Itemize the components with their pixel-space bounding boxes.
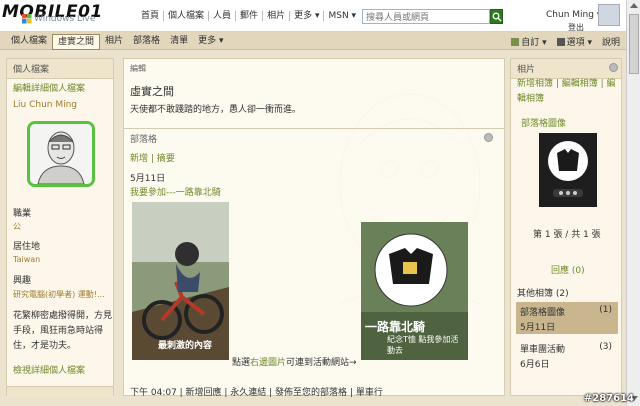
windows-live-label: Windows Live: [34, 14, 96, 24]
blog-links[interactable]: 新增 | 摘要: [130, 151, 175, 164]
album-date: 6月6日: [520, 360, 550, 370]
edit-space-link[interactable]: 編輯: [130, 63, 146, 74]
tab-photos[interactable]: 相片: [100, 34, 128, 50]
occupation-value: 公: [13, 222, 21, 231]
next-panel-header: [7, 386, 113, 398]
badge-overlay-sub: 紀念T恤 點我參加活動去: [387, 335, 459, 355]
options-icon: [556, 38, 565, 46]
vertical-scrollbar[interactable]: [626, 0, 640, 406]
scroll-thumb[interactable]: [629, 14, 639, 74]
biker-image[interactable]: 最刺激的內容: [132, 202, 229, 360]
event-badge-image[interactable]: 一路靠北騎 紀念T恤 點我參加活動去: [361, 222, 468, 360]
blog-header: 部落格: [130, 135, 158, 145]
windows-flag-icon: [22, 14, 32, 24]
photo-page-count: 第 1 張 / 共 1 張: [533, 230, 601, 240]
help-link[interactable]: 說明: [602, 35, 620, 48]
album-name: 單車團活動: [520, 345, 566, 355]
tab-profile[interactable]: 個人檔案: [6, 34, 52, 50]
location-value: Taiwan: [13, 255, 41, 264]
tab-lists[interactable]: 清單: [165, 34, 193, 50]
caption-link[interactable]: 右邊圖片: [250, 358, 286, 368]
topnav-profile[interactable]: 個人檔案: [164, 11, 210, 21]
other-albums-label: 其他相簿 (2): [517, 289, 569, 299]
main-content: 編輯 虛實之間 天使都不敢踐踏的地方，愚人卻一衝而進。 部落格 新增 | 摘要 …: [123, 58, 505, 398]
topnav-people[interactable]: 人員: [209, 11, 237, 21]
album-date: 5月11日: [520, 323, 556, 333]
view-profile-link[interactable]: 檢視詳細個人檔案: [13, 363, 85, 376]
options-menu[interactable]: 選項 ▾: [556, 35, 592, 48]
profile-panel-header: 個人檔案: [7, 59, 113, 79]
top-navigation: 首頁 個人檔案 人員 郵件 相片 更多 ▾ MSN ▾: [137, 11, 360, 21]
caption-suffix: 可連到活動網站→: [286, 358, 357, 368]
topnav-msn[interactable]: MSN ▾: [324, 11, 360, 21]
watermark-id: #287614: [583, 393, 634, 404]
customize-label: 自訂 ▾: [521, 38, 547, 48]
album-name: 部落格圖像: [520, 308, 566, 318]
album-count: (1): [599, 305, 612, 315]
profile-name: Liu Chun Ming: [13, 100, 78, 110]
customize-menu[interactable]: 自訂 ▾: [511, 35, 547, 48]
topnav-mail[interactable]: 郵件: [236, 11, 264, 21]
badge-overlay-title: 一路靠北騎: [365, 320, 426, 334]
album-thumbnail-graphic: [539, 133, 597, 207]
profile-photo[interactable]: [27, 121, 95, 187]
profile-panel: 個人檔案 編輯詳細個人檔案 Liu Chun Ming 職業 公 居住地 Tai…: [6, 58, 114, 398]
search-button[interactable]: [490, 9, 503, 24]
album-thumbnail[interactable]: [539, 133, 597, 207]
album-row[interactable]: 部落格圖像 (1) 5月11日: [516, 302, 618, 334]
caption-prefix: 點選: [232, 358, 251, 368]
location-label: 居住地: [13, 242, 41, 252]
section-divider: [124, 128, 504, 129]
user-avatar[interactable]: [598, 4, 620, 26]
downhill-biker-graphic: [132, 202, 229, 360]
search-icon: [492, 12, 502, 22]
image-caption: 點選右邊圖片可連到活動網站→: [232, 355, 357, 368]
tab-space-home[interactable]: 虛實之間: [52, 34, 101, 50]
space-navigation-bar: 個人檔案 虛實之間 相片 部落格 清單 更多 ▾ 自訂 ▾ 選項 ▾ 說明: [0, 32, 626, 50]
panel-toggle-icon[interactable]: [484, 133, 493, 142]
space-tagline: 天使都不敢踐踏的地方，愚人卻一衝而進。: [130, 105, 302, 115]
global-header: MOBILE01 Windows Live 首頁 個人檔案 人員 郵件 相片 更…: [0, 0, 626, 32]
tab-blog[interactable]: 部落格: [128, 34, 165, 50]
space-tabs: 個人檔案 虛實之間 相片 部落格 清單 更多 ▾: [6, 34, 228, 50]
photo-replies-link[interactable]: 回應 (0): [551, 263, 585, 276]
topnav-home[interactable]: 首頁: [137, 11, 165, 21]
topnav-more[interactable]: 更多 ▾: [290, 11, 325, 21]
windows-live-logo[interactable]: MOBILE01 Windows Live: [2, 2, 130, 28]
interests-value: 研究電腦(初學者) 運動!...: [13, 290, 105, 299]
photos-panel: 相片 新增相簿 | 編輯相簿 | 編輯相簿 部落格圖像 第 1 張 / 共 1 …: [510, 58, 622, 396]
photos-panel-header: 相片: [511, 59, 621, 79]
search-input[interactable]: [362, 9, 490, 24]
edit-profile-link[interactable]: 編輯詳細個人檔案: [13, 81, 85, 94]
interests-label: 興趣: [13, 276, 32, 286]
scroll-up-icon[interactable]: [630, 3, 638, 8]
post-footer[interactable]: 下午 04:07 | 新增回應 | 永久連結 | 發佈至您的部落格 | 單車行: [130, 385, 383, 398]
tab-more[interactable]: 更多 ▾: [193, 34, 228, 50]
space-title: 虛實之間: [130, 85, 174, 98]
topnav-photos[interactable]: 相片: [263, 11, 291, 21]
user-name-menu[interactable]: Chun Ming ▾: [546, 10, 601, 20]
post-date: 5月11日: [130, 174, 166, 184]
post-title-link[interactable]: 我要參加---一路靠北騎: [130, 185, 221, 198]
album-title-link[interactable]: 部落格圖像: [521, 116, 566, 129]
profile-sketch-portrait: [30, 124, 92, 184]
profile-quote: 花繁柳密處撥得開，方見手段，風狂雨急時站得住，才是功夫。: [13, 311, 113, 351]
photos-panel-toggle-icon[interactable]: [609, 63, 618, 72]
biker-overlay-text: 最刺激的內容: [158, 341, 213, 351]
album-management-links[interactable]: 新增相簿 | 編輯相簿 | 編輯相簿: [517, 77, 619, 107]
space-tools: 自訂 ▾ 選項 ▾ 說明: [511, 35, 620, 48]
album-count: (3): [599, 342, 612, 352]
occupation-label: 職業: [13, 209, 32, 219]
album-row[interactable]: 單車團活動 (3) 6月6日: [516, 339, 618, 371]
options-label: 選項 ▾: [566, 38, 592, 48]
brush-icon: [511, 38, 520, 46]
